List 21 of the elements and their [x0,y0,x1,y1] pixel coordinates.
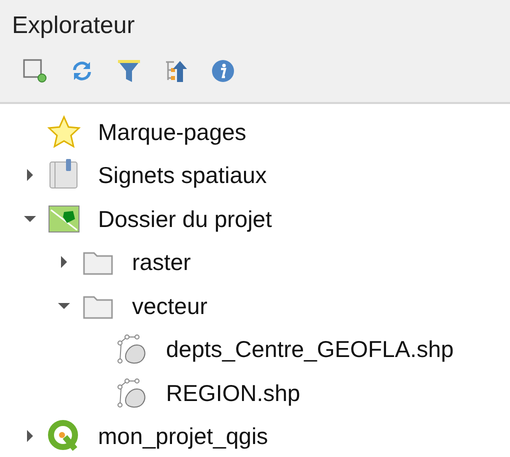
tree-item-label[interactable]: REGION.shp [166,376,300,410]
qgis-logo-icon [47,419,81,454]
collapse-arrow-icon[interactable] [57,302,71,310]
add-layer-icon[interactable] [22,58,48,84]
tree-item-label[interactable]: Signets spatiaux [98,158,267,192]
vector-layer-icon [116,333,148,366]
tree-item-label[interactable]: raster [132,245,191,280]
expand-arrow-icon[interactable] [26,429,34,444]
info-icon[interactable] [210,58,236,84]
vector-layer-icon [116,376,148,409]
tree-item-label[interactable]: depts_Centre_GEOFLA.shp [166,332,454,366]
tree-item-label[interactable]: vecteur [132,288,208,323]
expand-arrow-icon[interactable] [26,168,34,182]
tree-item-label[interactable]: Marque-pages [98,114,246,149]
filter-icon[interactable] [116,58,142,84]
expand-arrow-icon[interactable] [60,255,68,270]
panel-title: Explorateur [12,11,136,41]
tree-item-label[interactable]: mon_projet_qgis [98,419,268,454]
star-icon [47,114,81,149]
tree-item-label[interactable]: Dossier du projet [98,202,272,236]
collapse-arrow-icon[interactable] [23,214,37,223]
